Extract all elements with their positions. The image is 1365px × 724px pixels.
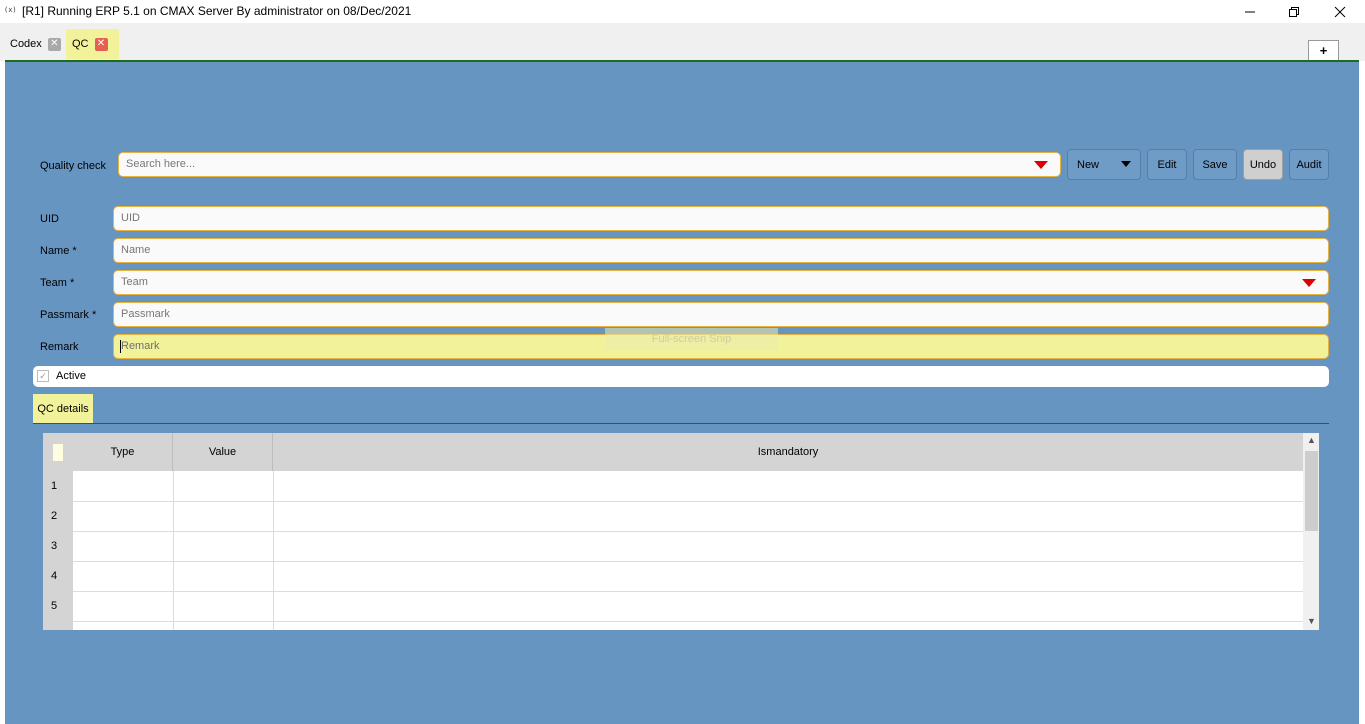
edit-button[interactable]: Edit <box>1147 149 1187 180</box>
chevron-down-icon[interactable] <box>1121 161 1131 167</box>
row-header[interactable] <box>43 621 73 630</box>
column-header-type[interactable]: Type <box>73 433 173 471</box>
name-field[interactable]: Name <box>113 238 1329 263</box>
minimize-button[interactable] <box>1227 0 1273 23</box>
undo-button[interactable]: Undo <box>1243 149 1283 180</box>
row-divider <box>73 561 1303 562</box>
app-icon: (x) <box>4 6 17 14</box>
remark-placeholder: Remark <box>121 340 160 352</box>
uid-placeholder: UID <box>121 212 140 224</box>
grid-corner <box>43 433 73 471</box>
select-all-marker[interactable] <box>53 444 63 461</box>
row-header[interactable]: 5 <box>43 591 73 621</box>
grid-header: Type Value Ismandatory <box>43 433 1303 471</box>
new-button-label: New <box>1077 159 1100 171</box>
tab-bar: Codex ✕ QC ✕ <box>0 23 1365 61</box>
scroll-up-icon[interactable]: ▲ <box>1307 435 1316 445</box>
minimize-icon <box>1245 11 1255 12</box>
team-placeholder: Team <box>121 276 148 288</box>
dropdown-arrow-icon[interactable] <box>1034 161 1048 169</box>
row-divider <box>73 531 1303 532</box>
text-cursor <box>120 340 121 353</box>
restore-icon <box>1289 6 1299 17</box>
column-header-value[interactable]: Value <box>173 433 273 471</box>
column-divider <box>173 471 174 630</box>
tab-codex[interactable]: Codex ✕ <box>4 29 68 59</box>
close-icon <box>1334 6 1346 17</box>
team-dropdown[interactable]: Team <box>113 270 1329 295</box>
row-divider <box>73 621 1303 622</box>
column-header-ismandatory[interactable]: Ismandatory <box>273 433 1303 471</box>
quality-check-label: Quality check <box>40 160 107 172</box>
restore-button[interactable] <box>1271 0 1317 23</box>
tab-close-icon[interactable]: ✕ <box>94 37 108 51</box>
window-title: [R1] Running ERP 5.1 on CMAX Server By a… <box>22 4 412 18</box>
scroll-down-icon[interactable]: ▼ <box>1307 616 1316 626</box>
search-placeholder: Search here... <box>126 158 196 170</box>
snip-overlay: Full-screen Snip <box>605 328 778 350</box>
scroll-thumb[interactable] <box>1305 451 1318 531</box>
passmark-placeholder: Passmark <box>121 308 170 320</box>
vertical-scrollbar[interactable]: ▲ ▼ <box>1303 433 1319 630</box>
active-checkbox[interactable]: ✓ <box>37 370 49 382</box>
active-label: Active <box>56 370 86 382</box>
tab-codex-label: Codex <box>10 38 42 50</box>
row-header[interactable]: 4 <box>43 561 73 591</box>
dropdown-arrow-icon[interactable] <box>1302 279 1316 287</box>
row-divider <box>73 501 1303 502</box>
active-row: ✓ Active <box>33 366 1329 387</box>
new-button[interactable]: New <box>1067 149 1141 180</box>
qc-details-grid[interactable]: Type Value Ismandatory 1 2 3 4 5 ▲ ▼ <box>43 433 1319 630</box>
uid-label: UID <box>40 213 59 225</box>
passmark-field[interactable]: Passmark <box>113 302 1329 327</box>
row-header[interactable]: 2 <box>43 501 73 531</box>
remark-label: Remark <box>40 341 79 353</box>
row-divider <box>73 591 1303 592</box>
name-placeholder: Name <box>121 244 151 256</box>
tab-qc-label: QC <box>72 38 89 50</box>
close-window-button[interactable] <box>1317 0 1363 23</box>
uid-field[interactable]: UID <box>113 206 1329 231</box>
subtab-divider <box>33 423 1329 424</box>
team-label: Team * <box>40 277 75 289</box>
tab-qc-details[interactable]: QC details <box>33 394 93 424</box>
quality-check-search[interactable]: Search here... <box>118 152 1061 177</box>
column-divider <box>273 471 274 630</box>
row-header[interactable]: 1 <box>43 471 73 501</box>
save-button[interactable]: Save <box>1193 149 1237 180</box>
row-header[interactable]: 3 <box>43 531 73 561</box>
tab-close-icon[interactable]: ✕ <box>47 37 61 51</box>
passmark-label: Passmark * <box>40 309 97 321</box>
add-tab-button[interactable]: + <box>1308 40 1339 60</box>
audit-button[interactable]: Audit <box>1289 149 1329 180</box>
tab-qc[interactable]: QC ✕ <box>66 29 119 59</box>
title-bar: (x) [R1] Running ERP 5.1 on CMAX Server … <box>0 0 1365 23</box>
qc-form-panel: Quality check Search here... New Edit Sa… <box>5 62 1359 724</box>
name-label: Name * <box>40 245 77 257</box>
